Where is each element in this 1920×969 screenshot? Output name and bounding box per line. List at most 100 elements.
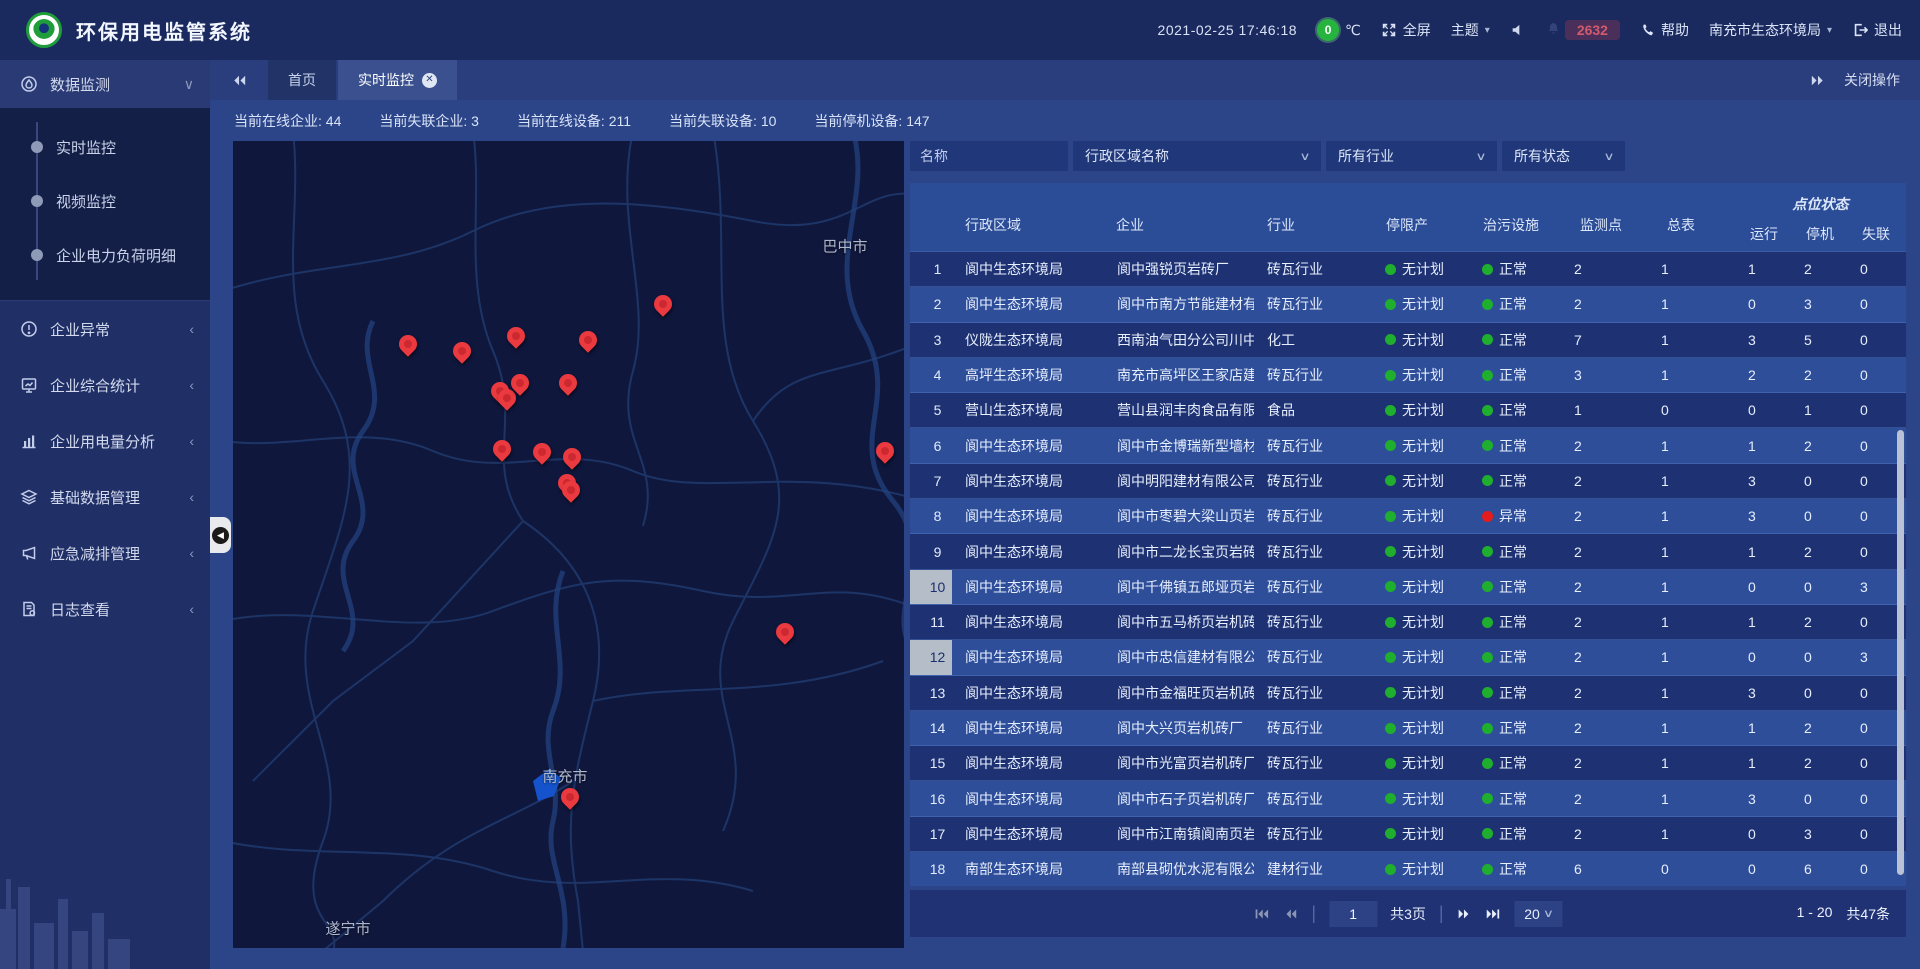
tabs-scroll-right-button[interactable] <box>1809 72 1826 89</box>
table-row[interactable]: 13阆中生态环境局阆中市金福旺页岩机砖砖瓦行业无计划正常21300 <box>910 676 1906 711</box>
tab-close-icon[interactable]: ✕ <box>422 73 437 88</box>
range-label: 1 - 20 <box>1797 904 1833 924</box>
status-dot <box>1482 617 1493 628</box>
status-dot <box>1385 723 1396 734</box>
limit-status-cell: 无计划 <box>1372 323 1469 357</box>
table-scrollbar[interactable] <box>1897 430 1904 875</box>
table-row[interactable]: 6阆中生态环境局阆中市金博瑞新型墙材砖瓦行业无计划正常21120 <box>910 428 1906 463</box>
table-row[interactable]: 4高坪生态环境局南充市高坪区王家店建砖瓦行业无计划正常31220 <box>910 358 1906 393</box>
table-row[interactable]: 3仪陇生态环境局西南油气田分公司川中化工无计划正常71350 <box>910 323 1906 358</box>
meters-cell: 1 <box>1648 428 1735 462</box>
collapse-arrow-icon: ◀ <box>212 527 229 544</box>
speaker-icon <box>1510 22 1526 38</box>
limit-status-cell: 无计划 <box>1372 393 1469 427</box>
sidebar-group[interactable]: 企业用电量分析‹ <box>0 413 210 469</box>
table-row[interactable]: 14阆中生态环境局阆中大兴页岩机砖厂砖瓦行业无计划正常21120 <box>910 711 1906 746</box>
limit-status-cell: 无计划 <box>1372 252 1469 286</box>
sidebar-group-label: 应急减排管理 <box>50 543 177 564</box>
notification-button[interactable]: 2632 <box>1546 20 1620 40</box>
logout-button[interactable]: 退出 <box>1852 20 1902 40</box>
run-cell: 0 <box>1735 570 1791 604</box>
sidebar-group[interactable]: 企业综合统计‹ <box>0 357 210 413</box>
table-row[interactable]: 7阆中生态环境局阆中明阳建材有限公司砖瓦行业无计划正常21300 <box>910 464 1906 499</box>
table-row[interactable]: 1阆中生态环境局阆中强锐页岩砖厂砖瓦行业无计划正常21120 <box>910 252 1906 287</box>
sidebar-group[interactable]: 基础数据管理‹ <box>0 469 210 525</box>
facility-status-cell: 正常 <box>1469 323 1561 357</box>
facility-status-cell: 正常 <box>1469 676 1561 710</box>
row-index-cell: 3 <box>910 323 952 357</box>
column-header: 停机 <box>1791 216 1847 251</box>
table-row[interactable]: 2阆中生态环境局阆中市南方节能建材有砖瓦行业无计划正常21030 <box>910 287 1906 322</box>
region-cell: 阆中生态环境局 <box>952 499 1104 533</box>
sidebar-group[interactable]: 企业异常‹ <box>0 301 210 357</box>
table-row[interactable]: 17阆中生态环境局阆中市江南镇阆南页岩砖瓦行业无计划正常21030 <box>910 817 1906 852</box>
tab[interactable]: 首页 <box>268 60 336 100</box>
chevron-left-icon: ‹ <box>189 433 194 449</box>
points-cell: 2 <box>1561 252 1648 286</box>
previous-page-button[interactable] <box>1282 906 1298 922</box>
region-cell: 阆中生态环境局 <box>952 464 1104 498</box>
sidebar-item[interactable]: 企业电力负荷明细 <box>0 228 210 282</box>
points-cell: 2 <box>1561 499 1648 533</box>
industry-filter-select[interactable]: 所有行业 ∨ <box>1326 141 1497 171</box>
table-row[interactable]: 11阆中生态环境局阆中市五马桥页岩机砖砖瓦行业无计划正常21120 <box>910 605 1906 640</box>
table-row[interactable]: 12阆中生态环境局阆中市忠信建材有限公砖瓦行业无计划正常21003 <box>910 640 1906 675</box>
meters-cell: 1 <box>1648 464 1735 498</box>
last-page-button[interactable] <box>1486 906 1502 922</box>
sidebar-item[interactable]: 实时监控 <box>0 120 210 174</box>
status-dot <box>1385 370 1396 381</box>
table-row[interactable]: 8阆中生态环境局阆中市枣碧大梁山页岩砖瓦行业无计划异常21300 <box>910 499 1906 534</box>
industry-cell: 砖瓦行业 <box>1254 534 1372 568</box>
table-row[interactable]: 10阆中生态环境局阆中千佛镇五郎垭页岩砖瓦行业无计划正常21003 <box>910 570 1906 605</box>
stop-cell: 2 <box>1791 746 1847 780</box>
row-index-cell: 14 <box>910 711 952 745</box>
logout-icon <box>1852 22 1868 38</box>
theme-dropdown[interactable]: 主题 ▾ <box>1451 20 1490 40</box>
next-page-button[interactable] <box>1457 906 1473 922</box>
facility-status-cell: 正常 <box>1469 464 1561 498</box>
help-button[interactable]: 帮助 <box>1640 20 1689 40</box>
sidebar-group[interactable]: 日志查看‹ <box>0 581 210 637</box>
page-size-select[interactable]: 20 ∨ <box>1515 901 1563 927</box>
monitor-icon <box>20 75 38 93</box>
map-canvas[interactable]: 巴中市南充市遂宁市 <box>233 141 904 948</box>
chevron-down-icon: ▾ <box>1485 25 1490 36</box>
points-cell: 2 <box>1561 676 1648 710</box>
table-row[interactable]: 5营山生态环境局营山县润丰肉食品有限食品无计划正常10010 <box>910 393 1906 428</box>
page-number-input[interactable] <box>1329 901 1377 927</box>
region-filter-select[interactable]: 行政区域名称 ∨ <box>1073 141 1321 171</box>
sidebar-collapse-handle[interactable]: ◀ <box>210 517 231 553</box>
table-row[interactable]: 18南部生态环境局南部县砌优水泥有限公建材行业无计划正常60060 <box>910 852 1906 886</box>
tabs-scroll-left-button[interactable] <box>210 60 268 100</box>
close-operations-button[interactable]: 关闭操作 <box>1844 70 1900 90</box>
tab[interactable]: 实时监控✕ <box>338 60 457 100</box>
stop-cell: 2 <box>1791 534 1847 568</box>
limit-status-cell: 无计划 <box>1372 852 1469 886</box>
run-cell: 3 <box>1735 781 1791 815</box>
phone-icon <box>1640 23 1655 38</box>
table-row[interactable]: 9阆中生态环境局阆中市二龙长宝页岩砖砖瓦行业无计划正常21120 <box>910 534 1906 569</box>
org-dropdown[interactable]: 南充市生态环境局 ▾ <box>1709 20 1832 40</box>
sidebar-item[interactable]: 视频监控 <box>0 174 210 228</box>
meters-cell: 1 <box>1648 640 1735 674</box>
run-cell: 1 <box>1735 252 1791 286</box>
column-header-index <box>910 183 952 251</box>
mute-button[interactable] <box>1510 22 1526 38</box>
status-dot <box>1482 511 1493 522</box>
stat-value: 3 <box>471 113 479 129</box>
run-cell: 3 <box>1735 323 1791 357</box>
status-dot <box>1385 440 1396 451</box>
table-row[interactable]: 15阆中生态环境局阆中市光富页岩机砖厂砖瓦行业无计划正常21120 <box>910 746 1906 781</box>
column-header: 运行 <box>1735 216 1791 251</box>
status-filter-select[interactable]: 所有状态 ∨ <box>1502 141 1625 171</box>
sidebar-group[interactable]: 应急减排管理‹ <box>0 525 210 581</box>
table-header: 行政区域 企业 行业 停限产 治污设施 监测点 总表 点位状态 <box>910 183 1906 252</box>
limit-status-cell: 无计划 <box>1372 287 1469 321</box>
stop-cell: 2 <box>1791 605 1847 639</box>
first-page-button[interactable] <box>1253 906 1269 922</box>
stop-cell: 0 <box>1791 676 1847 710</box>
table-row[interactable]: 16阆中生态环境局阆中市石子页岩机砖厂砖瓦行业无计划正常21300 <box>910 781 1906 816</box>
name-filter-input[interactable] <box>910 141 1068 171</box>
sidebar-group[interactable]: 数据监测∨ <box>0 60 210 108</box>
fullscreen-button[interactable]: 全屏 <box>1381 20 1431 40</box>
